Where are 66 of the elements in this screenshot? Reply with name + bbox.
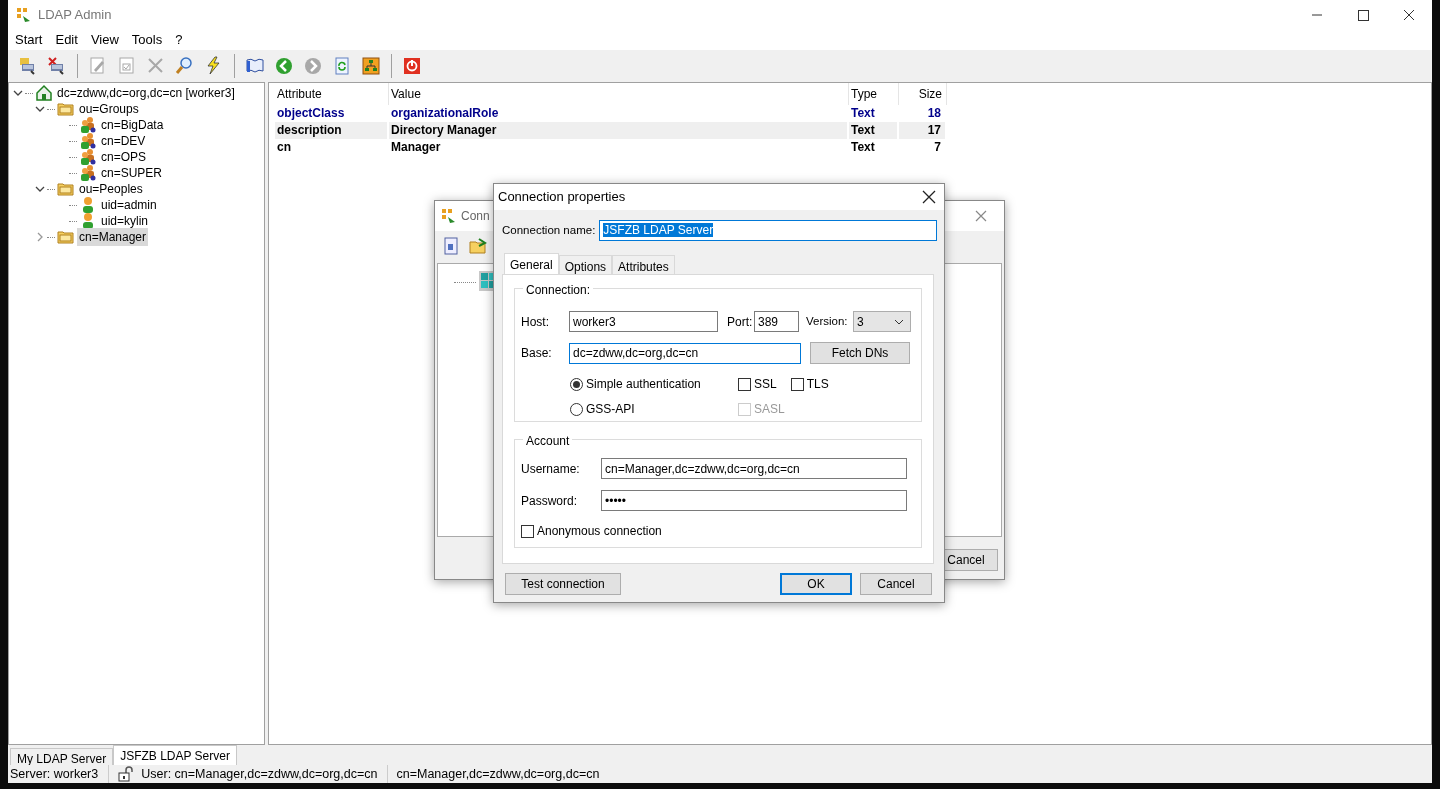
field-label: Connection name:	[502, 222, 596, 238]
version-dropdown[interactable]: 3	[853, 311, 911, 332]
password-field[interactable]: •••••	[601, 490, 907, 511]
menu-item[interactable]: Start	[15, 30, 43, 50]
table-cell: 17	[899, 122, 945, 139]
port-field[interactable]: 389	[754, 311, 799, 332]
table-cell-text: 18	[926, 105, 942, 122]
tab[interactable]: General	[504, 253, 559, 274]
column-header[interactable]: Value	[389, 83, 849, 105]
checkbox-label: Anonymous connection	[537, 523, 662, 540]
username-field[interactable]: cn=Manager,dc=zdww,dc=org,dc=cn	[601, 458, 907, 479]
table-cell-text: Manager	[390, 139, 442, 156]
tab[interactable]: Attributes	[612, 255, 675, 274]
status-text: User: cn=Manager,dc=zdww,dc=org,dc=cn	[141, 764, 389, 784]
cancel-button[interactable]: Cancel	[860, 573, 932, 595]
field-label: Username:	[521, 460, 581, 478]
tree-item[interactable]: cn=BigData	[99, 116, 166, 134]
table-cell-text: 7	[933, 139, 942, 156]
checkbox-label: SSL	[754, 376, 777, 393]
radio-label: GSS-API	[586, 401, 635, 418]
host-field[interactable]: worker3	[569, 311, 718, 332]
test-connection-button[interactable]: Test connection	[505, 573, 621, 595]
field-label: Port:	[727, 313, 754, 331]
tree-item[interactable]: uid=kylin	[99, 212, 151, 230]
base-field[interactable]: dc=zdww,dc=org,dc=cn	[569, 342, 801, 364]
table-cell-text: Text	[850, 139, 876, 156]
field-label: Password:	[521, 492, 579, 510]
table-cell: description	[275, 122, 387, 139]
column-header[interactable]: Type	[849, 83, 899, 105]
window-title: LDAP Admin	[38, 6, 112, 25]
table-cell-text: cn	[276, 139, 292, 156]
fetch-dns-button[interactable]: Fetch DNs	[810, 342, 910, 364]
checkbox-label: SASL	[754, 401, 785, 418]
menu-item[interactable]: Tools	[131, 30, 163, 50]
table-cell-text: objectClass	[276, 105, 346, 122]
ok-button[interactable]: OK	[780, 573, 852, 595]
menu-item[interactable]: ?	[175, 30, 183, 50]
dialog-title: Connection properties	[498, 188, 626, 207]
tree-item[interactable]: uid=admin	[99, 196, 159, 214]
table-cell-text: organizationalRole	[390, 105, 500, 122]
tree-item[interactable]: cn=Manager	[77, 228, 149, 246]
table-cell-text: Text	[850, 105, 876, 122]
tree-item[interactable]: cn=OPS	[99, 148, 149, 166]
tree-item[interactable]: dc=zdww,dc=org,dc=cn [worker3]	[55, 84, 237, 102]
checkbox-label: TLS	[806, 376, 829, 393]
tree-item[interactable]: ou=Peoples	[77, 180, 145, 198]
radio-label: Simple authentication	[586, 376, 701, 393]
dialog-title: Conn	[461, 208, 490, 225]
status-text: Server: worker3	[10, 764, 110, 784]
tab[interactable]: Options	[558, 255, 613, 274]
server-tab[interactable]: JSFZB LDAP Server	[113, 745, 237, 765]
status-text: cn=Manager,dc=zdww,dc=org,dc=cn	[396, 765, 600, 783]
server-tab[interactable]: My LDAP Server	[10, 748, 114, 765]
table-cell: Directory Manager	[389, 122, 847, 139]
field-label: Base:	[521, 345, 553, 362]
field-label: Host:	[521, 313, 550, 331]
tree-item[interactable]: cn=SUPER	[99, 164, 165, 182]
column-header[interactable]: Size	[899, 83, 947, 105]
table-cell: Text	[849, 122, 897, 139]
connection-name-field[interactable]: JSFZB LDAP Server	[599, 220, 938, 241]
column-header[interactable]: Attribute	[275, 83, 389, 105]
field-label: Version:	[806, 313, 849, 329]
menu-item[interactable]: View	[90, 30, 119, 50]
menu-item[interactable]: Edit	[55, 30, 78, 50]
tree-item[interactable]: ou=Groups	[77, 100, 141, 118]
tree-item[interactable]: cn=DEV	[99, 132, 148, 150]
